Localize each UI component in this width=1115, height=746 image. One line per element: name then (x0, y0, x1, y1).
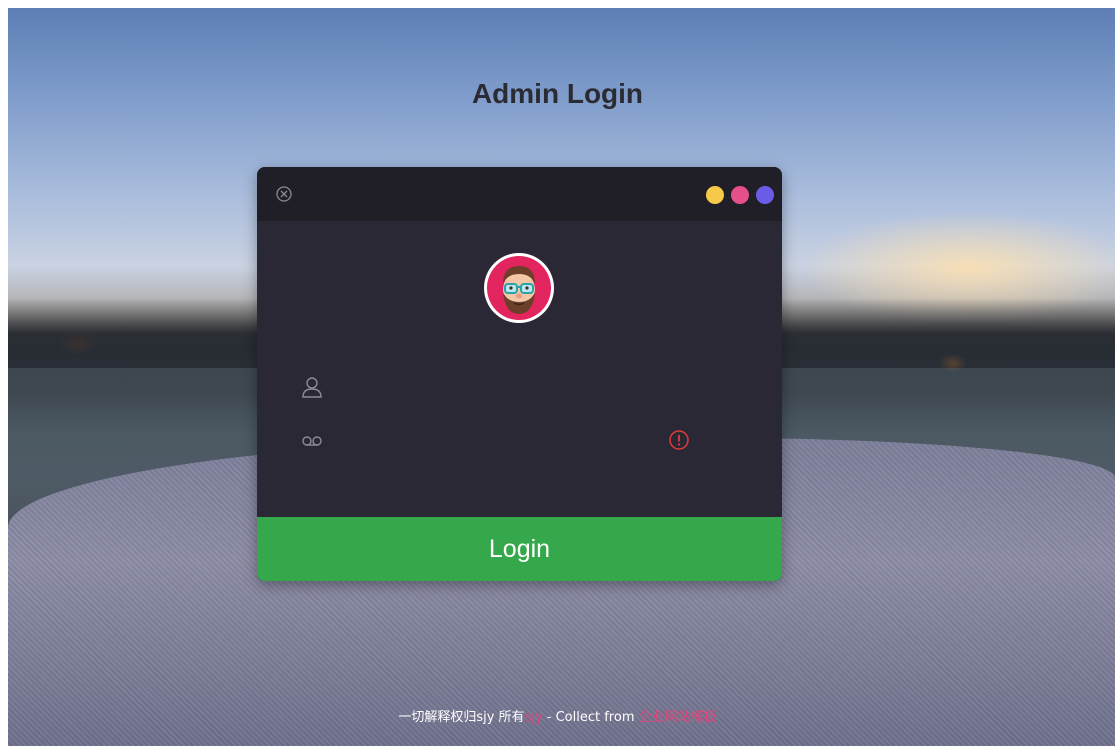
footer-collect-text: - Collect from (542, 710, 639, 725)
footer-author-link[interactable]: sjy (525, 710, 543, 725)
footer: 一切解释权归sjy 所有sjy - Collect from 企业网站模板 (0, 706, 1115, 725)
password-row (301, 425, 701, 457)
window-dots (699, 186, 774, 204)
purple-dot[interactable] (756, 186, 774, 204)
warning-icon (669, 430, 689, 450)
user-icon (302, 377, 322, 398)
username-input[interactable] (341, 372, 675, 404)
close-icon[interactable] (276, 186, 292, 202)
login-card: Login (257, 167, 782, 581)
footer-source-link[interactable]: 企业网站模板 (639, 710, 717, 725)
username-row (301, 372, 701, 404)
voicemail-key-icon (302, 436, 322, 446)
yellow-dot[interactable] (706, 186, 724, 204)
page-title: Admin Login (471, 78, 644, 109)
bearded-man-avatar-icon (487, 256, 551, 320)
login-button[interactable]: Login (257, 517, 782, 581)
card-titlebar (257, 167, 782, 221)
avatar (484, 253, 554, 323)
pink-dot[interactable] (731, 186, 749, 204)
password-input[interactable] (341, 425, 675, 457)
footer-copyright-text: 一切解释权归sjy 所有 (398, 710, 525, 725)
